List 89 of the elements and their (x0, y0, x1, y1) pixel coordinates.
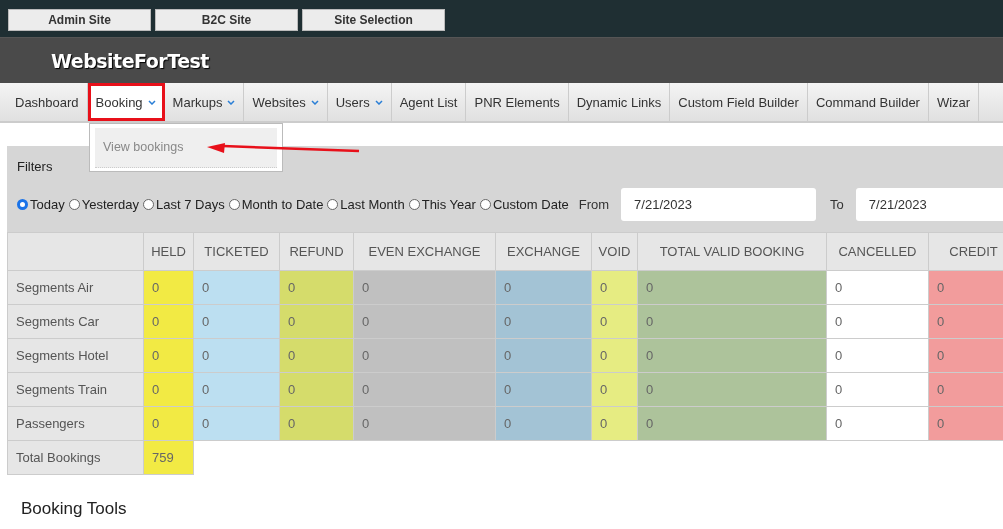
table-cell: 0 (495, 304, 592, 339)
row-label: Segments Air (7, 270, 144, 305)
nav-tab[interactable]: Websites (244, 83, 328, 121)
table-cell: 0 (279, 304, 354, 339)
radio-option[interactable]: Custom Date (479, 197, 569, 212)
nav-tab[interactable]: Wizar (928, 83, 980, 121)
nav-tab[interactable]: Agent List (391, 83, 467, 121)
nav-tab[interactable]: Markups (164, 83, 245, 121)
table-cell: 0 (637, 304, 827, 339)
section-title: Booking Tools (21, 499, 128, 519)
row-label: Segments Hotel (7, 338, 144, 373)
radio-option[interactable]: Last 7 Days (143, 197, 225, 212)
nav-tab[interactable]: Custom Field Builder (670, 83, 808, 121)
table-cell: 0 (928, 372, 1003, 407)
table-cell: 0 (353, 304, 496, 339)
table-cell: 0 (591, 304, 638, 339)
nav-tab[interactable]: Dynamic Links (568, 83, 671, 121)
table-cell: 0 (826, 270, 929, 305)
table-cell: 0 (826, 372, 929, 407)
table-cell: 0 (928, 304, 1003, 339)
table-cell: 0 (591, 338, 638, 373)
table-cell: 0 (826, 304, 929, 339)
table-cell: 0 (193, 304, 280, 339)
table-cell: 0 (143, 304, 194, 339)
table-cell: 0 (193, 270, 280, 305)
column-header: CANCELLED (826, 232, 929, 271)
to-label: To (830, 197, 844, 212)
row-label: Total Bookings (7, 440, 144, 475)
column-header: HELD (143, 232, 194, 271)
table-cell: 0 (495, 372, 592, 407)
table-cell: 0 (143, 372, 194, 407)
table-cell: 0 (928, 406, 1003, 441)
row-label: Segments Car (7, 304, 144, 339)
filters-title: Filters (17, 159, 54, 174)
site-button[interactable]: B2C Site (155, 9, 298, 31)
table-cell: 0 (637, 270, 827, 305)
table-cell: 0 (193, 406, 280, 441)
nav-tab[interactable]: Users (327, 83, 392, 121)
table-cell: 0 (591, 270, 638, 305)
radio-option[interactable]: Yesterday (68, 197, 140, 212)
table-cell: 0 (495, 338, 592, 373)
from-date-field[interactable]: 7/21/2023 (621, 188, 817, 221)
table-cell: 0 (353, 338, 496, 373)
table-cell: 0 (495, 270, 592, 305)
table-cell: 0 (279, 372, 354, 407)
table-cell: 0 (279, 406, 354, 441)
table-cell: 0 (637, 338, 827, 373)
nav-tab[interactable]: Dashboard (7, 83, 88, 121)
site-button[interactable]: Site Selection (302, 9, 445, 31)
table-cell: 0 (353, 372, 496, 407)
table-cell: 0 (143, 406, 194, 441)
to-date-field[interactable]: 7/21/2023 (855, 188, 1003, 221)
column-header: TICKETED (193, 232, 280, 271)
table-cell: 0 (928, 338, 1003, 373)
site-button[interactable]: Admin Site (8, 9, 151, 31)
table-cell: 0 (591, 372, 638, 407)
table-cell: 0 (591, 406, 638, 441)
table-cell: 0 (826, 406, 929, 441)
table-cell: 0 (279, 338, 354, 373)
table-cell: 0 (143, 270, 194, 305)
row-label: Passengers (7, 406, 144, 441)
column-header: REFUND (279, 232, 354, 271)
column-header: VOID (591, 232, 638, 271)
from-label: From (578, 197, 610, 212)
table-cell: 759 (143, 440, 194, 475)
column-header: EXCHANGE (495, 232, 592, 271)
table-cell: 0 (928, 270, 1003, 305)
table-cell: 0 (637, 406, 827, 441)
table-cell: 0 (193, 338, 280, 373)
radio-option[interactable]: Today (17, 197, 65, 212)
table-cell: 0 (279, 270, 354, 305)
nav-tab[interactable]: Booking (87, 83, 165, 121)
table-cell: 0 (353, 406, 496, 441)
table-cell: 0 (193, 372, 280, 407)
site-title: WebsiteForTest (51, 49, 209, 72)
table-cell: 0 (826, 338, 929, 373)
radio-option[interactable]: Month to Date (228, 197, 324, 212)
column-header: CREDIT (928, 232, 1003, 271)
table-cell: 0 (637, 372, 827, 407)
radio-option[interactable]: This Year (408, 197, 476, 212)
nav-tab[interactable]: PNR Elements (466, 83, 569, 121)
nav-tab[interactable]: Command Builder (807, 83, 929, 121)
radio-option[interactable]: Last Month (327, 197, 405, 212)
column-header: TOTAL VALID BOOKING (637, 232, 827, 271)
table-cell: 0 (495, 406, 592, 441)
column-header: EVEN EXCHANGE (353, 232, 496, 271)
row-label: Segments Train (7, 372, 144, 407)
table-cell: 0 (143, 338, 194, 373)
table-cell: 0 (353, 270, 496, 305)
